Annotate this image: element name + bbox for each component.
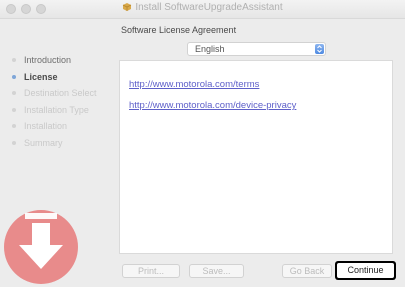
license-content-area: http://www.motorola.com/terms http://www… <box>119 60 393 254</box>
step-bullet <box>12 74 16 79</box>
step-label: Destination Select <box>24 88 97 98</box>
step-bullet <box>12 140 16 145</box>
step-introduction: Introduction <box>12 54 97 71</box>
device-privacy-link[interactable]: http://www.motorola.com/device-privacy <box>129 100 296 111</box>
window-title: Install SoftwareUpgradeAssistant <box>135 2 283 13</box>
step-bullet <box>12 124 16 128</box>
step-label: Summary <box>24 137 63 148</box>
language-select[interactable]: English <box>187 42 326 56</box>
download-arrow-icon <box>3 209 79 285</box>
step-license: License <box>12 71 97 88</box>
installer-window: Install SoftwareUpgradeAssistant Softwar… <box>0 0 405 287</box>
terms-link[interactable]: http://www.motorola.com/terms <box>129 79 259 90</box>
step-label: Introduction <box>24 55 72 65</box>
step-label: Installation Type <box>24 104 89 115</box>
step-label: License <box>24 71 58 82</box>
step-installation: Installation <box>12 120 97 137</box>
continue-button[interactable]: Continue <box>337 263 394 278</box>
installer-steps: Introduction License Destination Select … <box>12 54 97 153</box>
print-button[interactable]: Print... <box>122 264 180 278</box>
window-title-wrap: Install SoftwareUpgradeAssistant <box>0 2 405 13</box>
continue-button-frame: Continue <box>335 261 396 280</box>
chevron-updown-icon <box>315 44 324 54</box>
go-back-button[interactable]: Go Back <box>282 264 332 278</box>
page-subtitle: Software License Agreement <box>121 25 237 35</box>
language-select-value: English <box>195 44 225 54</box>
package-icon <box>122 2 132 11</box>
step-destination-select: Destination Select <box>12 87 97 104</box>
title-bar: Install SoftwareUpgradeAssistant <box>0 0 405 19</box>
step-bullet <box>12 107 16 112</box>
step-bullet <box>12 58 16 62</box>
step-installation-type: Installation Type <box>12 104 97 121</box>
step-summary: Summary <box>12 137 97 154</box>
step-label: Installation <box>24 121 68 131</box>
step-bullet <box>12 91 16 95</box>
save-button[interactable]: Save... <box>189 264 244 278</box>
